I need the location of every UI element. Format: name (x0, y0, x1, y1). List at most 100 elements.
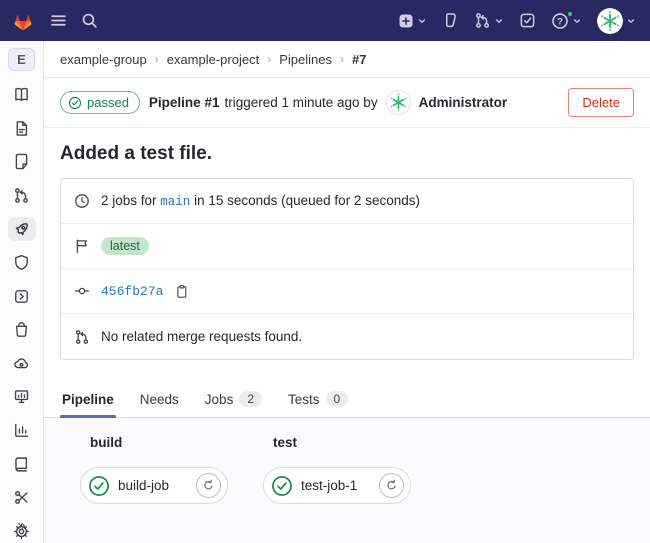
merge-requests-nav-button[interactable] (474, 12, 504, 29)
new-menu-button[interactable] (398, 13, 427, 29)
merge-requests-row: No related merge requests found. (61, 314, 633, 359)
stage-build: build build-job (80, 435, 228, 527)
administrator-name[interactable]: Administrator (419, 95, 508, 110)
sidebar-item-analytics[interactable] (8, 419, 36, 443)
stage-name: test (273, 435, 411, 450)
svg-text:?: ? (557, 16, 563, 27)
sidebar-item-merge-requests[interactable] (8, 184, 36, 208)
job-name: test-job-1 (301, 478, 357, 493)
tab-label: Tests (288, 392, 320, 407)
sidebar-item-snippets[interactable] (8, 486, 36, 510)
pipeline-triggered-text: triggered 1 minute ago by (224, 95, 377, 110)
delete-button[interactable]: Delete (568, 88, 634, 117)
chevron-down-icon (417, 16, 427, 26)
job-name: build-job (118, 478, 169, 493)
sidebar-item-ci-cd[interactable] (8, 217, 36, 241)
retry-job-button[interactable] (379, 473, 404, 498)
sidebar-item-repository[interactable] (8, 117, 36, 141)
jobs-count-text: 2 jobs for (101, 193, 157, 208)
latest-badge: latest (101, 237, 149, 255)
help-menu-button[interactable]: ? (551, 12, 582, 30)
top-navbar: ? (0, 0, 650, 41)
no-merge-requests-text: No related merge requests found. (101, 329, 302, 344)
chart-icon (13, 422, 30, 439)
administrator-avatar[interactable] (387, 91, 410, 114)
merge-request-icon (74, 329, 90, 345)
cloud-gear-icon (13, 355, 30, 372)
issues-icon (13, 153, 30, 170)
flag-icon (74, 238, 90, 254)
issues-nav-icon[interactable] (442, 12, 459, 29)
clipboard-icon (174, 284, 189, 299)
tab-needs[interactable]: Needs (138, 382, 181, 417)
duration-text: in 15 seconds (queued for 2 seconds) (194, 193, 420, 208)
jobs-summary-text: 2 jobs for main in 15 seconds (queued fo… (101, 193, 420, 209)
left-sidebar: E » (0, 41, 44, 543)
retry-icon (202, 479, 215, 492)
branch-link[interactable]: main (160, 195, 190, 209)
search-icon[interactable] (81, 12, 98, 29)
check-circle-icon (68, 96, 82, 110)
job-test-job-1[interactable]: test-job-1 (263, 467, 411, 504)
sidebar-item-issues[interactable] (8, 150, 36, 174)
tab-pipeline[interactable]: Pipeline (60, 382, 116, 417)
breadcrumb-separator: › (340, 52, 344, 66)
sidebar-collapse-button[interactable]: » (0, 517, 43, 534)
tab-tests[interactable]: Tests 0 (286, 382, 350, 417)
job-success-icon (271, 475, 293, 497)
breadcrumb-separator: › (267, 52, 271, 66)
sidebar-item-wiki[interactable] (8, 452, 36, 476)
monitor-icon (13, 388, 30, 405)
retry-job-button[interactable] (196, 473, 221, 498)
stage-name: build (90, 435, 228, 450)
shield-icon (13, 254, 30, 271)
notification-dot (566, 10, 574, 18)
repository-icon (13, 120, 30, 137)
deployments-icon (13, 288, 30, 305)
pipeline-tabs: Pipeline Needs Jobs 2 Tests 0 (44, 382, 650, 418)
jobs-count-badge: 2 (239, 391, 262, 407)
commit-title: Added a test file. (60, 143, 634, 165)
plus-square-icon (398, 13, 414, 29)
todos-icon[interactable] (519, 12, 536, 29)
status-badge[interactable]: passed (60, 91, 140, 114)
pipeline-number: Pipeline #1 (149, 95, 220, 110)
sidebar-item-deployments[interactable] (8, 284, 36, 308)
breadcrumb-project[interactable]: example-project (167, 52, 260, 67)
sidebar-item-infrastructure[interactable] (8, 352, 36, 376)
chevron-down-icon (494, 16, 504, 26)
tab-label: Jobs (205, 392, 234, 407)
tests-count-badge: 0 (326, 391, 349, 407)
commit-icon (74, 283, 90, 299)
jobs-duration-row: 2 jobs for main in 15 seconds (queued fo… (61, 179, 633, 224)
breadcrumb-pipelines[interactable]: Pipelines (279, 52, 332, 67)
package-icon (13, 321, 30, 338)
stage-test: test test-job-1 (263, 435, 411, 527)
commit-row: 456fb27a (61, 269, 633, 314)
breadcrumb-group[interactable]: example-group (60, 52, 147, 67)
pipeline-graph: build build-job test test-job-1 (44, 418, 650, 543)
project-avatar[interactable]: E (8, 48, 35, 71)
rocket-icon (13, 220, 31, 238)
sidebar-item-security-compliance[interactable] (8, 251, 36, 275)
hamburger-menu-icon[interactable] (50, 12, 67, 29)
breadcrumb: example-group › example-project › Pipeli… (44, 41, 650, 78)
copy-commit-button[interactable] (174, 284, 189, 299)
pipeline-title: Pipeline #1 triggered 1 minute ago by (149, 95, 378, 110)
gitlab-logo-icon[interactable] (10, 8, 36, 34)
merge-request-icon (13, 187, 30, 204)
main-content: example-group › example-project › Pipeli… (44, 41, 650, 543)
status-badge-label: passed (87, 95, 129, 110)
tab-jobs[interactable]: Jobs 2 (203, 382, 264, 417)
merge-request-icon (474, 12, 491, 29)
job-success-icon (88, 475, 110, 497)
latest-row: latest (61, 224, 633, 269)
sidebar-item-monitor[interactable] (8, 385, 36, 409)
commit-sha-link[interactable]: 456fb27a (101, 284, 163, 299)
sidebar-item-packages-registries[interactable] (8, 318, 36, 342)
pipeline-details-box: 2 jobs for main in 15 seconds (queued fo… (60, 178, 634, 360)
project-information-icon (13, 86, 30, 103)
sidebar-item-project-information[interactable] (8, 83, 36, 107)
user-menu-button[interactable] (597, 8, 636, 34)
job-build-job[interactable]: build-job (80, 467, 228, 504)
